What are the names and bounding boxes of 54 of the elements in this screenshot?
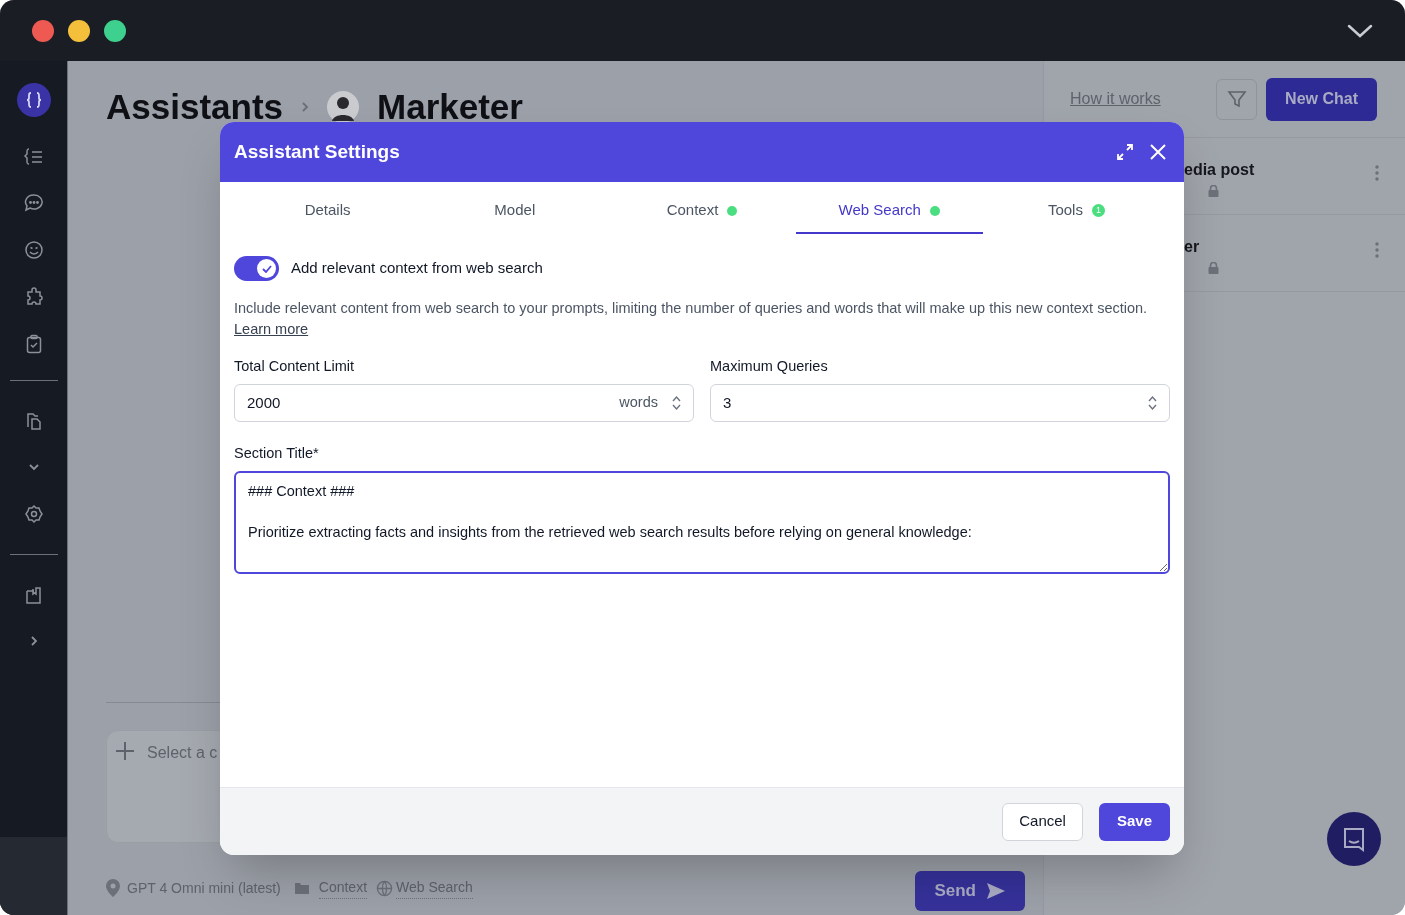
- field-label: Maximum Queries: [710, 357, 829, 376]
- check-icon: [261, 264, 272, 273]
- number-field[interactable]: 3: [710, 383, 1170, 422]
- pin-icon: [106, 879, 120, 897]
- new-chat-button[interactable]: New Chat: [1266, 77, 1377, 121]
- tab[interactable]: Tools 1: [982, 189, 1170, 234]
- chevron-down-icon[interactable]: [27, 463, 40, 471]
- smiley-icon[interactable]: [23, 240, 44, 260]
- tab[interactable]: Context: [608, 189, 796, 234]
- assistant-name: Marketer: [377, 85, 523, 128]
- chevron-right-icon[interactable]: [29, 635, 38, 647]
- number-field[interactable]: 2000 words: [234, 383, 694, 422]
- page-title[interactable]: Assistants: [106, 80, 284, 134]
- lock-icon: [1208, 185, 1219, 197]
- dialog-title: Assistant Settings: [234, 139, 400, 164]
- expand-icon[interactable]: [1117, 144, 1133, 160]
- tab[interactable]: Details: [234, 189, 422, 234]
- chat-title[interactable]: edia post: [1184, 158, 1255, 182]
- stepper-icon[interactable]: [672, 394, 681, 411]
- app-logo[interactable]: [16, 83, 51, 117]
- minimize-window-icon[interactable]: [68, 19, 90, 42]
- toggle-switch[interactable]: [234, 256, 279, 281]
- bookmark-book-icon[interactable]: [23, 585, 44, 605]
- message-icon: [1341, 826, 1367, 852]
- stepper-icon[interactable]: [1148, 394, 1157, 411]
- maximize-window-icon[interactable]: [104, 19, 126, 42]
- tab[interactable]: Model: [421, 189, 609, 234]
- close-window-icon[interactable]: [32, 19, 54, 42]
- cancel-button[interactable]: Cancel: [1002, 802, 1083, 841]
- send-button[interactable]: Send: [915, 871, 1025, 911]
- globe-icon: [376, 879, 394, 897]
- save-button[interactable]: Save: [1098, 802, 1170, 841]
- plus-icon[interactable]: [115, 741, 135, 761]
- chat-bubble-icon[interactable]: [23, 193, 44, 213]
- description-text: Include relevant content from web search to your prompts, limiting the number of queries and words that will make up this new context section. Learn more: [234, 299, 1149, 339]
- send-icon: [986, 881, 1006, 901]
- field-label: Section Title*: [234, 443, 320, 463]
- tab[interactable]: Web Search: [795, 189, 983, 234]
- braces-icon: [24, 91, 43, 109]
- toggle-label: Add relevant context from web search: [291, 258, 543, 279]
- chat-title[interactable]: er: [1184, 235, 1219, 259]
- filter-icon: [1226, 89, 1247, 109]
- settings-icon[interactable]: [23, 504, 44, 524]
- learn-more-link[interactable]: Learn more: [234, 321, 309, 337]
- folder-icon: [294, 882, 309, 894]
- prompt-list-icon[interactable]: [23, 147, 44, 167]
- chevron-down-icon[interactable]: [1347, 22, 1373, 39]
- section-title-field[interactable]: ### Context ### Prioritize extracting facts and insights from the retrieved web search results before relying on general knowledge:: [234, 470, 1170, 574]
- chevron-right-icon: [301, 101, 310, 113]
- avatar-icon: [327, 91, 360, 123]
- count-badge: 1: [1091, 204, 1105, 217]
- lock-icon: [1208, 262, 1219, 274]
- close-icon[interactable]: [1150, 144, 1166, 160]
- field-label: Total Content Limit: [234, 357, 356, 376]
